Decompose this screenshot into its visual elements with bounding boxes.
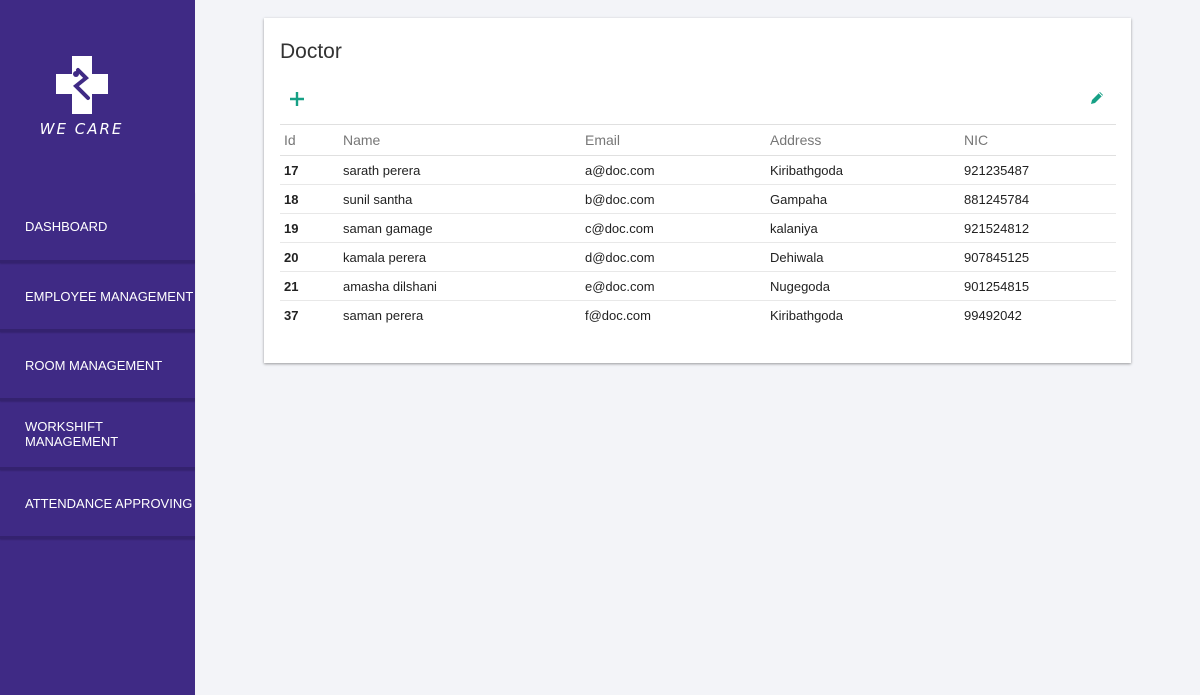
cell-name: sarath perera (339, 155, 581, 185)
nav-item-workshift-management[interactable]: WORKSHIFT MANAGEMENT (0, 401, 195, 470)
table-row[interactable]: 20 kamala perera d@doc.com Dehiwala 9078… (280, 242, 1116, 272)
cell-id: 19 (280, 213, 339, 243)
nav-item-room-management[interactable]: ROOM MANAGEMENT (0, 332, 195, 401)
pencil-icon (1091, 92, 1103, 104)
cell-address: Nugegoda (766, 271, 960, 301)
brand-logo[interactable]: WE CARE (0, 56, 163, 138)
column-header-name[interactable]: Name (339, 124, 581, 156)
nav-item-employee-management[interactable]: EMPLOYEE MANAGEMENT (0, 263, 195, 332)
cell-address: kalaniya (766, 213, 960, 243)
sidebar-nav: DASHBOARD EMPLOYEE MANAGEMENT ROOM MANAG… (0, 192, 195, 539)
cell-nic: 99492042 (964, 307, 1022, 323)
nav-item-label: EMPLOYEE MANAGEMENT (25, 288, 194, 304)
add-doctor-button[interactable] (288, 89, 306, 109)
cell-id: 17 (280, 155, 339, 185)
cell-email: b@doc.com (581, 184, 766, 214)
cell-nic: 901254815 (960, 271, 1116, 301)
table-row[interactable]: 17 sarath perera a@doc.com Kiribathgoda … (280, 155, 1116, 185)
nav-item-dashboard[interactable]: DASHBOARD (0, 192, 195, 263)
table-header-row: Id Name Email Address NIC (280, 124, 1116, 156)
cell-nic: 881245784 (960, 184, 1116, 214)
edit-doctor-button[interactable] (1089, 90, 1105, 108)
cell-name: sunil santha (339, 184, 581, 214)
cell-nic: 907845125 (960, 242, 1116, 272)
nav-item-label: WORKSHIFT MANAGEMENT (25, 419, 119, 449)
cell-address: Dehiwala (766, 242, 960, 272)
cell-email: c@doc.com (581, 213, 766, 243)
cell-name: saman gamage (339, 213, 581, 243)
cell-nic: 921524812 (960, 213, 1116, 243)
table-row[interactable]: 37 saman perera f@doc.com Kiribathgoda 9… (280, 301, 1116, 330)
cell-name: amasha dilshani (339, 271, 581, 301)
medical-cross-logo-icon (55, 56, 108, 114)
sidebar: WE CARE DASHBOARD EMPLOYEE MANAGEMENT RO… (0, 0, 195, 695)
cell-address: Kiribathgoda (766, 155, 960, 185)
nav-item-label: ROOM MANAGEMENT (25, 357, 163, 373)
cell-email: f@doc.com (585, 307, 651, 323)
brand-name: WE CARE (39, 120, 124, 138)
plus-icon (289, 91, 305, 107)
column-header-nic[interactable]: NIC (960, 124, 1116, 156)
cell-address: Kiribathgoda (770, 307, 843, 323)
doctor-table: Id Name Email Address NIC 17 sarath pere… (280, 124, 1116, 329)
nav-item-attendance-approving[interactable]: ATTENDANCE APPROVING (0, 470, 195, 539)
table-row[interactable]: 18 sunil santha b@doc.com Gampaha 881245… (280, 184, 1116, 214)
column-header-address[interactable]: Address (766, 124, 960, 156)
card-title: Doctor (280, 40, 342, 63)
column-header-email[interactable]: Email (581, 124, 766, 156)
doctor-card: Doctor Id Name Email Address NIC 17 sara… (264, 18, 1131, 363)
cell-email: a@doc.com (581, 155, 766, 185)
cell-email: d@doc.com (581, 242, 766, 272)
cell-id: 18 (280, 184, 339, 214)
nav-item-label: DASHBOARD (25, 218, 108, 234)
nav-item-label: ATTENDANCE APPROVING (25, 495, 193, 511)
table-row[interactable]: 21 amasha dilshani e@doc.com Nugegoda 90… (280, 271, 1116, 301)
cell-id: 21 (280, 271, 339, 301)
cell-id: 37 (284, 307, 299, 323)
cell-address: Gampaha (766, 184, 960, 214)
cell-id: 20 (280, 242, 339, 272)
cell-nic: 921235487 (960, 155, 1116, 185)
column-header-id[interactable]: Id (280, 124, 339, 156)
cell-name: saman perera (343, 307, 424, 323)
cell-name: kamala perera (339, 242, 581, 272)
cell-email: e@doc.com (581, 271, 766, 301)
table-row[interactable]: 19 saman gamage c@doc.com kalaniya 92152… (280, 213, 1116, 243)
